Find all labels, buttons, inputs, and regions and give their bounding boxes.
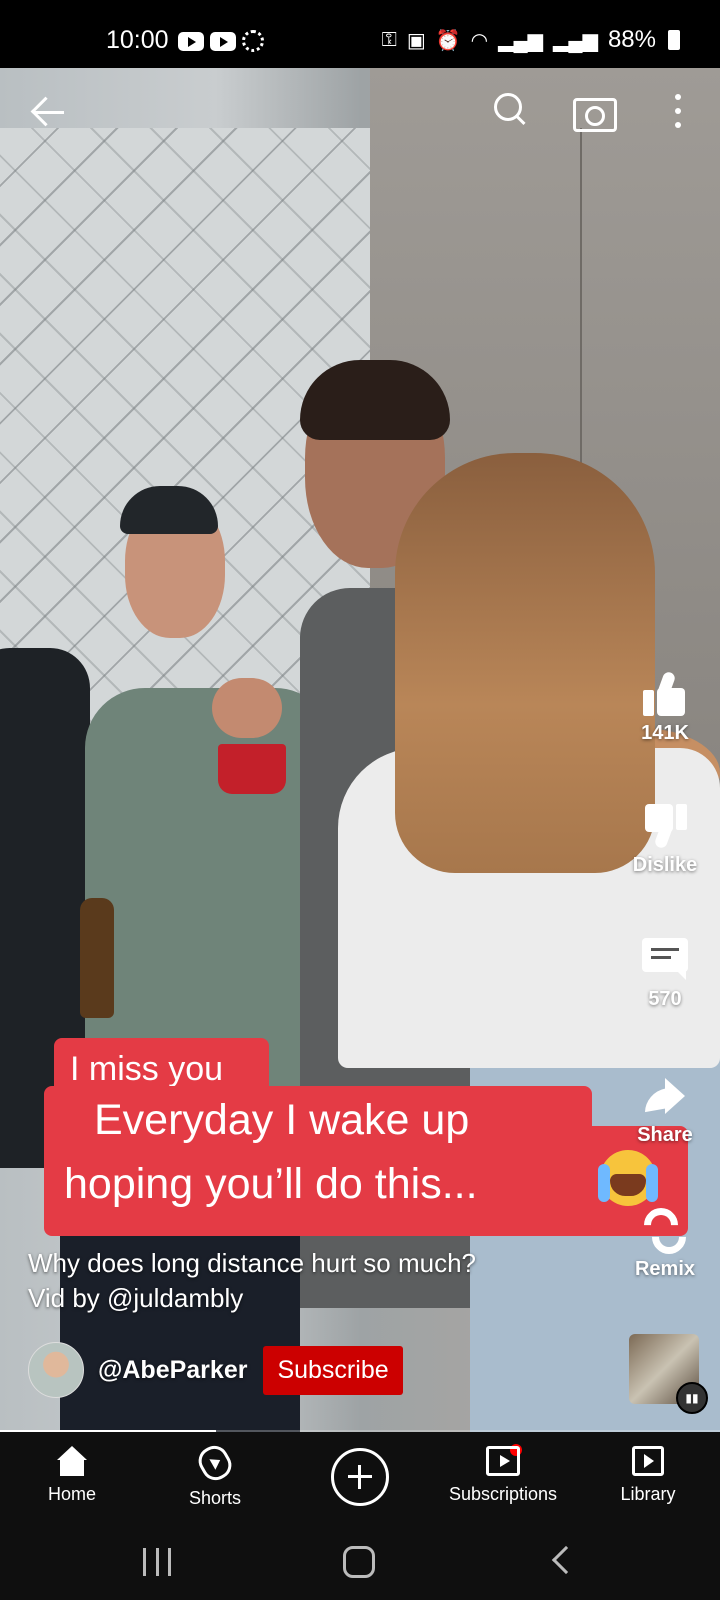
camera-icon[interactable] [573,92,617,132]
nav-label: Library [620,1484,676,1504]
comment-icon [642,938,688,982]
nav-subscriptions[interactable]: Subscriptions [433,1446,573,1505]
remix-button[interactable]: Remix [620,1206,710,1281]
video-caption-big: Everyday I wake up hoping you’ll do this… [44,1086,592,1236]
video-scene-hand [212,678,282,738]
library-icon [632,1446,664,1476]
video-caption-text: Everyday I wake up [94,1096,470,1144]
like-button[interactable]: 141K [620,670,710,745]
remix-icon [642,1206,688,1252]
create-plus-icon[interactable] [331,1448,389,1506]
back-arrow-icon[interactable] [30,92,70,132]
signal-icon: ▂▄▆ [553,29,598,52]
subscribe-button[interactable]: Subscribe [263,1345,403,1395]
thumbs-down-icon [643,804,687,850]
video-scene-hair [395,453,655,873]
signal-icon: ▂▄▆ [498,29,544,52]
wifi-icon: ◠ [470,29,489,52]
alarm-icon: ⏰ [435,29,461,52]
sound-badge-icon: ▮▮ [676,1382,708,1414]
nav-label: Subscriptions [448,1484,558,1504]
more-vert-icon[interactable] [672,94,684,128]
nav-label: Shorts [188,1488,242,1508]
bottom-navigation: Home Shorts Subscriptions Library [0,1432,720,1526]
thumbs-up-icon [643,670,687,716]
share-arrow-icon [643,1078,687,1118]
video-description[interactable]: Why does long distance hurt so much? Vid… [28,1246,588,1316]
status-time: 10:00 [106,26,169,54]
key-icon: ⚿ [381,28,397,51]
nav-shorts[interactable]: Shorts [145,1440,285,1509]
description-line: Why does long distance hurt so much? [28,1248,477,1278]
channel-row: @AbeParker Subscribe [28,1342,403,1398]
share-label: Share [637,1124,693,1146]
home-button-icon[interactable] [343,1546,375,1578]
system-navigation-bar [0,1526,720,1600]
status-notification-icons [178,30,264,52]
shorts-icon [193,1440,237,1486]
status-system-icons: ⚿ ▣ ⏰ ◠ ▂▄▆ ▂▄▆ 88% [382,26,680,54]
video-caption-text: I miss you [70,1050,224,1088]
video-scene-red-cup [218,744,286,794]
subscriptions-icon [486,1446,520,1476]
nav-home[interactable]: Home [2,1446,142,1505]
status-bar: 10:00 ⚿ ▣ ⏰ ◠ ▂▄▆ ▂▄▆ 88% [0,0,720,68]
channel-avatar[interactable] [28,1342,84,1398]
youtube-icon [210,31,236,51]
share-button[interactable]: Share [620,1078,710,1147]
battery-icon [668,30,680,50]
loading-icon [242,30,264,52]
battery-saver-icon: ▣ [406,29,426,52]
dislike-button[interactable]: Dislike [620,804,710,877]
youtube-icon [178,31,204,51]
comment-count: 570 [648,988,682,1010]
comments-button[interactable]: 570 [620,938,710,1011]
back-icon[interactable] [551,1545,581,1575]
nav-label: Home [47,1484,96,1504]
nav-library[interactable]: Library [578,1446,718,1505]
dislike-label: Dislike [632,854,698,876]
battery-percent: 88% [607,26,656,53]
search-icon[interactable] [491,90,531,130]
remix-label: Remix [634,1258,696,1280]
crying-face-emoji [598,1150,656,1206]
channel-name[interactable]: @AbeParker [98,1356,247,1385]
video-caption-text: hoping you’ll do this... [64,1160,478,1208]
home-icon [57,1446,87,1476]
like-count: 141K [641,722,689,744]
description-line: Vid by @juldambly [28,1283,244,1313]
video-scene-bottle [80,898,114,1018]
recent-apps-icon[interactable] [143,1548,171,1576]
